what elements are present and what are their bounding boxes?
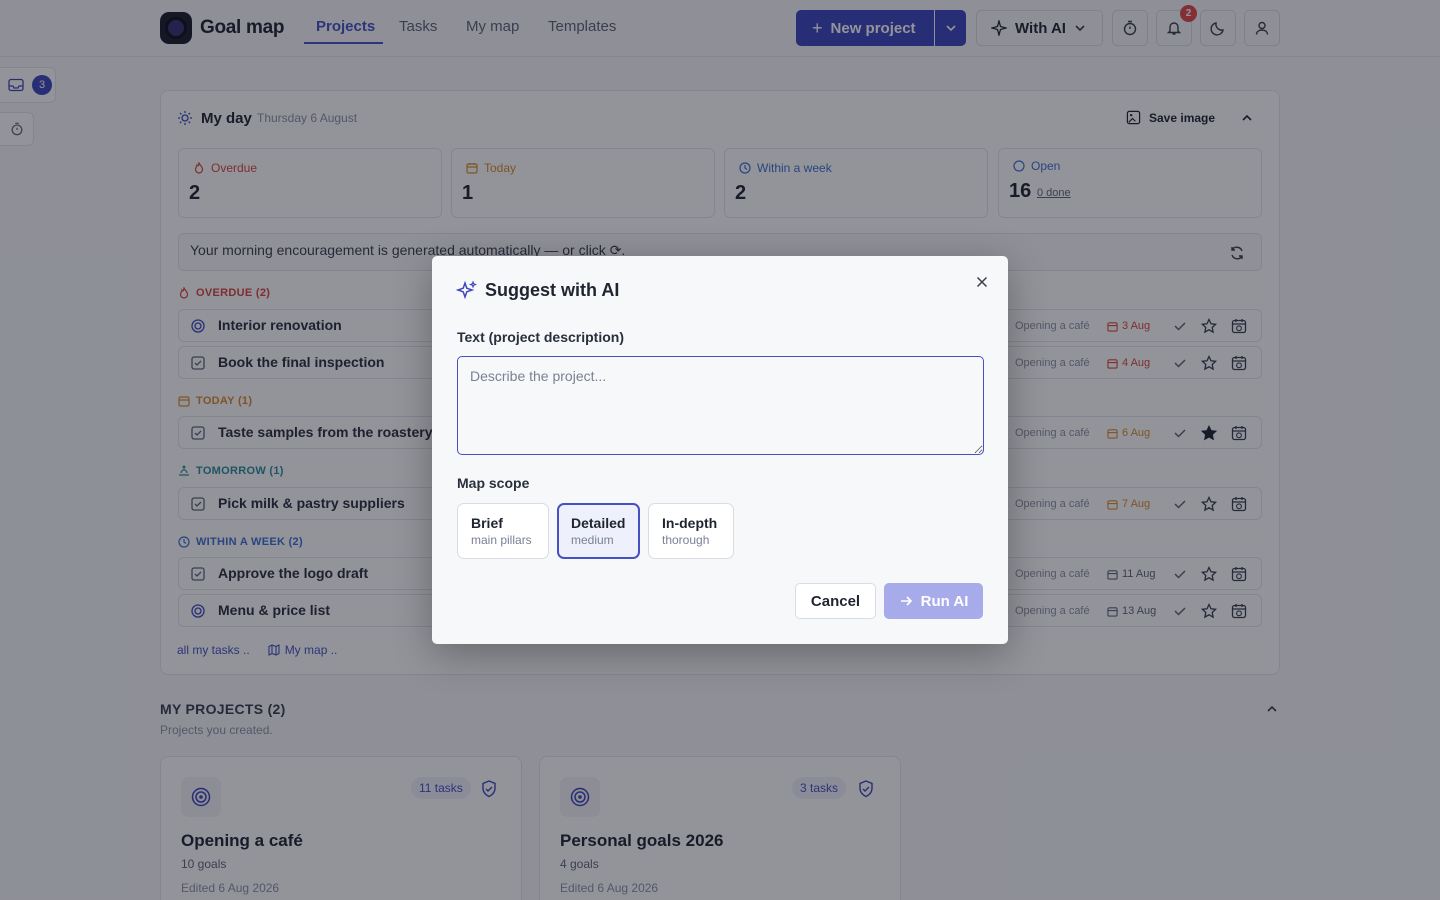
arrow-right-icon — [900, 596, 912, 606]
suggest-ai-dialog: Suggest with AI Text (project descriptio… — [432, 256, 1008, 644]
cancel-button[interactable]: Cancel — [795, 583, 876, 619]
scope-option-subtitle: main pillars — [471, 533, 532, 547]
sparkles-icon — [456, 280, 478, 300]
map-scope-label: Map scope — [457, 475, 530, 491]
scope-option-brief[interactable]: Brief main pillars — [457, 503, 549, 559]
scope-option-subtitle: thorough — [662, 533, 710, 547]
run-ai-label: Run AI — [920, 592, 969, 610]
close-icon — [976, 276, 988, 288]
scope-option-subtitle: medium — [571, 533, 614, 547]
description-label: Text (project description) — [457, 329, 624, 345]
scope-option-detailed[interactable]: Detailed medium — [557, 503, 640, 559]
scope-option-title: Brief — [471, 515, 503, 531]
scope-option-title: Detailed — [571, 515, 626, 531]
close-button[interactable] — [972, 272, 992, 292]
project-description-input[interactable] — [457, 356, 984, 455]
dialog-title: Suggest with AI — [485, 280, 620, 300]
scope-option-in-depth[interactable]: In-depth thorough — [648, 503, 734, 559]
scope-option-title: In-depth — [662, 515, 718, 531]
run-ai-button[interactable]: Run AI — [884, 583, 983, 619]
